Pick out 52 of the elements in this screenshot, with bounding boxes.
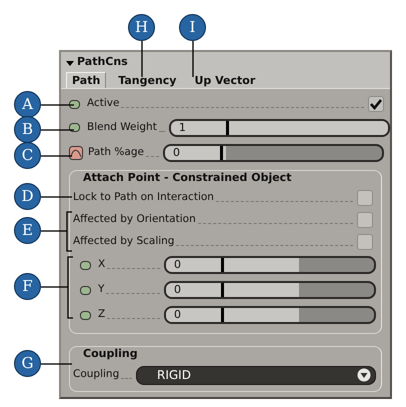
leader-line <box>40 211 73 252</box>
callout-marker: A <box>14 91 41 118</box>
slider-field[interactable]: 1 <box>168 118 390 136</box>
callout-marker: F <box>14 273 41 300</box>
slider-value: 0 <box>166 308 224 322</box>
callout-marker: C <box>14 142 41 169</box>
slider-value: 0 <box>166 258 224 272</box>
field-label: Y <box>98 282 104 298</box>
field-label: Affected by Orientation <box>73 212 196 227</box>
callout-marker: D <box>14 183 41 210</box>
expand-icon[interactable] <box>66 58 74 66</box>
checkbox[interactable] <box>357 234 373 250</box>
slider-value: 0 <box>165 146 223 160</box>
leader-line <box>41 104 74 106</box>
checkbox[interactable] <box>357 190 373 206</box>
tab[interactable]: Path <box>66 72 106 88</box>
slider-field[interactable]: 0 <box>164 281 376 300</box>
slider-field[interactable]: 0 <box>164 256 376 274</box>
tab[interactable]: Tangency <box>112 72 182 88</box>
panel-title: PathCns <box>77 54 128 70</box>
slider-field[interactable]: 0 <box>164 306 376 324</box>
slider-field[interactable]: 0 <box>163 144 384 162</box>
checked-checkbox[interactable] <box>368 96 384 112</box>
callout-marker: E <box>14 217 41 244</box>
field-label: Blend Weight <box>87 120 157 135</box>
leader-line <box>41 196 72 198</box>
field-label: Path %age <box>88 144 144 160</box>
field-label: Coupling <box>73 367 120 382</box>
callout-marker: I <box>179 14 206 41</box>
callout-marker: H <box>128 14 155 41</box>
field-label: Affected by Scaling <box>73 234 174 249</box>
group-title: Attach Point - Constrained Object <box>81 171 294 185</box>
leader-line <box>192 41 194 77</box>
fcurve-icon[interactable] <box>69 146 83 160</box>
leader-line <box>41 129 74 131</box>
field-label: Lock to Path on Interaction <box>73 190 214 205</box>
field-label: Z <box>98 307 106 322</box>
dropdown[interactable]: RIGID <box>136 366 376 384</box>
slider-value: 1 <box>170 120 229 134</box>
leader-line <box>41 363 72 365</box>
callout-marker: B <box>14 116 41 143</box>
tab[interactable]: Up Vector <box>188 72 262 88</box>
group-title: Coupling <box>81 346 140 361</box>
checkbox[interactable] <box>357 212 373 228</box>
slider-value: 0 <box>166 283 224 298</box>
leader-line <box>40 256 74 319</box>
field-label: Active <box>87 96 120 112</box>
leader-line <box>41 155 72 157</box>
callout-marker: G <box>14 350 41 377</box>
field-label: X <box>98 257 106 272</box>
dropdown-value: RIGID <box>157 367 192 384</box>
leader-line <box>141 41 143 77</box>
